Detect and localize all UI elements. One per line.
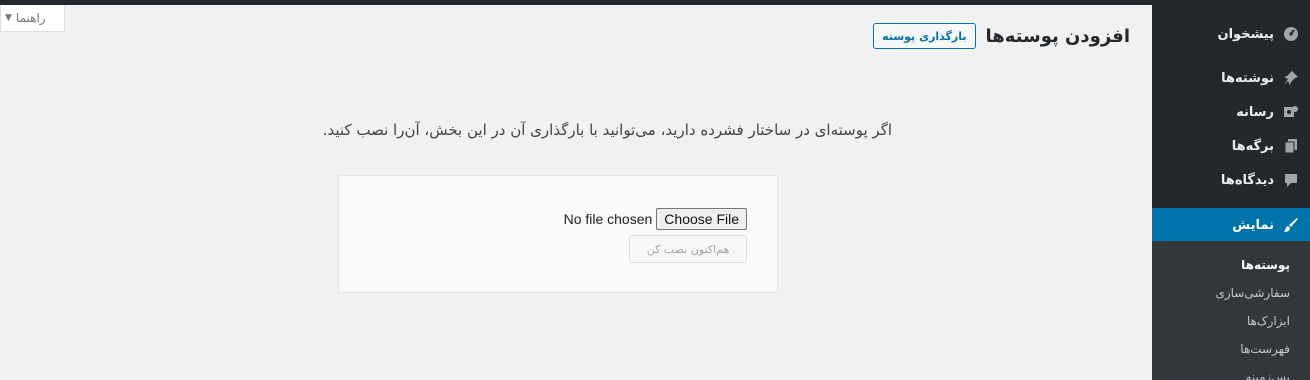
sidebar-item-appearance[interactable]: نمایش — [1152, 208, 1310, 242]
submenu-item-themes[interactable]: پوسته‌ها — [1152, 251, 1310, 279]
upload-form: No file chosen Choose File هم‌اکنون نصب … — [338, 175, 778, 293]
media-icon — [1282, 103, 1300, 121]
dashboard-icon — [1282, 25, 1300, 43]
main-content: افزودن پوسته‌ها بارگذاری پوسته اگر پوسته… — [0, 5, 1152, 380]
pages-icon — [1282, 137, 1300, 155]
sidebar-item-label: پیشخوان — [1217, 26, 1275, 42]
install-now-button[interactable]: هم‌اکنون نصب کن — [629, 235, 747, 263]
sidebar-item-label: نمایش — [1232, 217, 1274, 233]
sidebar-item-dashboard[interactable]: پیشخوان — [1152, 17, 1310, 51]
sidebar-item-posts[interactable]: نوشته‌ها — [1152, 61, 1310, 95]
choose-file-button[interactable]: Choose File — [656, 208, 747, 230]
sidebar-item-label: رسانه — [1236, 104, 1274, 120]
file-status: No file chosen — [563, 211, 653, 227]
submenu-item-background[interactable]: پس‌زمینه — [1152, 363, 1310, 380]
sidebar-item-label: دیدگاه‌ها — [1220, 172, 1274, 188]
appearance-submenu: پوسته‌ها سفارشی‌سازی ابزارک‌ها فهرست‌ها … — [1152, 241, 1310, 380]
page-title-row: افزودن پوسته‌ها بارگذاری پوسته — [873, 23, 1130, 49]
upload-help-text: اگر پوسته‌ای در ساختار فشرده دارید، می‌ت… — [322, 121, 892, 139]
sidebar-item-label: نوشته‌ها — [1221, 70, 1274, 86]
help-tab-label: راهنما — [15, 11, 46, 25]
pin-icon — [1282, 69, 1300, 87]
submenu-item-menus[interactable]: فهرست‌ها — [1152, 335, 1310, 363]
sidebar-item-comments[interactable]: دیدگاه‌ها — [1152, 163, 1310, 197]
upload-theme-button[interactable]: بارگذاری پوسته — [873, 23, 976, 49]
page-title: افزودن پوسته‌ها — [985, 25, 1130, 47]
sidebar-item-pages[interactable]: برگه‌ها — [1152, 129, 1310, 163]
appearance-icon — [1282, 216, 1300, 234]
admin-sidebar: پیشخوان نوشته‌ها رسانه برگه‌ها دیدگاه‌ها… — [1152, 5, 1310, 380]
sidebar-item-label: برگه‌ها — [1231, 138, 1274, 154]
caret-down-icon: ▼ — [5, 13, 12, 23]
submenu-item-widgets[interactable]: ابزارک‌ها — [1152, 307, 1310, 335]
submenu-item-customize[interactable]: سفارشی‌سازی — [1152, 279, 1310, 307]
help-tab-button[interactable]: راهنما ▼ — [0, 5, 65, 32]
comments-icon — [1282, 171, 1300, 189]
file-input[interactable]: No file chosen Choose File — [339, 208, 747, 230]
sidebar-item-media[interactable]: رسانه — [1152, 95, 1310, 129]
